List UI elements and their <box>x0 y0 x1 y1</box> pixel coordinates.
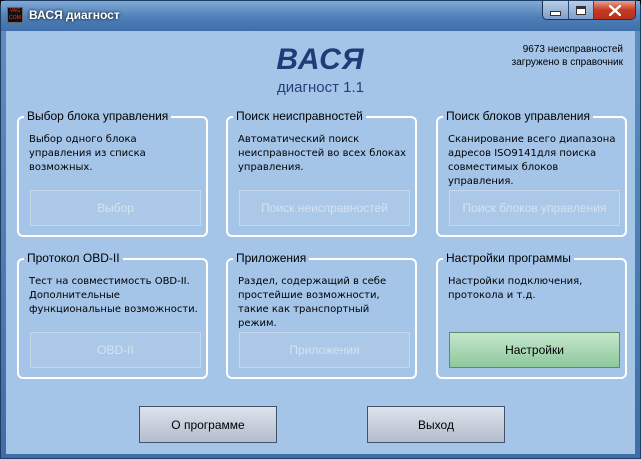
group-title: Протокол OBD-II <box>24 251 123 265</box>
app-icon[interactable]: VAG COM <box>7 7 23 23</box>
close-button[interactable] <box>594 1 635 19</box>
group-description: Выбор одного блока управления из списка … <box>29 134 146 173</box>
fault-count-line1: 9673 неисправностей <box>522 44 623 55</box>
group-title: Приложения <box>233 251 310 265</box>
group-description: Тест на совместимость OBD-II. Дополнител… <box>29 276 198 315</box>
app-version: диагност 1.1 <box>277 79 364 96</box>
group-description: Автоматический поиск неисправностей во в… <box>238 134 406 173</box>
group-select-module: Выбор блока управления Выбор одного блок… <box>17 109 208 237</box>
title-bar[interactable]: VAG COM ВАСЯ диагност <box>1 1 640 31</box>
window-controls <box>542 1 636 20</box>
fault-count-line2: загружено в справочник <box>511 57 623 68</box>
maximize-button[interactable] <box>569 1 594 19</box>
group-title: Поиск блоков управления <box>443 109 593 123</box>
group-title: Поиск неисправностей <box>233 109 366 123</box>
group-fault-search: Поиск неисправностей Автоматический поис… <box>226 109 417 237</box>
select-button[interactable]: Выбор <box>30 190 201 226</box>
module-scan-button[interactable]: Поиск блоков управления <box>449 190 620 226</box>
maximize-icon <box>576 5 586 15</box>
minimize-icon <box>550 10 561 16</box>
window-title: ВАСЯ диагност <box>29 8 120 22</box>
group-description: Раздел, содержащий в себе простейшие воз… <box>238 276 387 329</box>
group-title: Выбор блока управления <box>24 109 172 123</box>
settings-button[interactable]: Настройки <box>449 332 620 368</box>
main-window: VAG COM ВАСЯ диагност ВАСЯ диагност 1.1 9… <box>0 0 641 459</box>
close-icon <box>608 4 621 16</box>
applications-button[interactable]: Приложения <box>239 332 410 368</box>
about-button[interactable]: О программе <box>139 406 277 443</box>
fault-count-info: 9673 неисправностей загружено в справочн… <box>512 43 623 69</box>
group-obd2: Протокол OBD-II Тест на совместимость OB… <box>17 251 208 379</box>
minimize-button[interactable] <box>543 1 569 19</box>
group-applications: Приложения Раздел, содержащий в себе про… <box>226 251 417 379</box>
group-title: Настройки программы <box>443 251 574 265</box>
group-description: Сканирование всего диапазона адресов ISO… <box>448 134 616 187</box>
exit-button[interactable]: Выход <box>367 406 505 443</box>
client-area: ВАСЯ диагност 1.1 9673 неисправностей за… <box>6 31 635 454</box>
group-module-scan: Поиск блоков управления Сканирование все… <box>436 109 627 237</box>
group-settings: Настройки программы Настройки подключени… <box>436 251 627 379</box>
fault-search-button[interactable]: Поиск неисправностей <box>239 190 410 226</box>
group-description: Настройки подключения, протокола и т.д. <box>448 276 583 301</box>
obd2-button[interactable]: OBD-II <box>30 332 201 368</box>
